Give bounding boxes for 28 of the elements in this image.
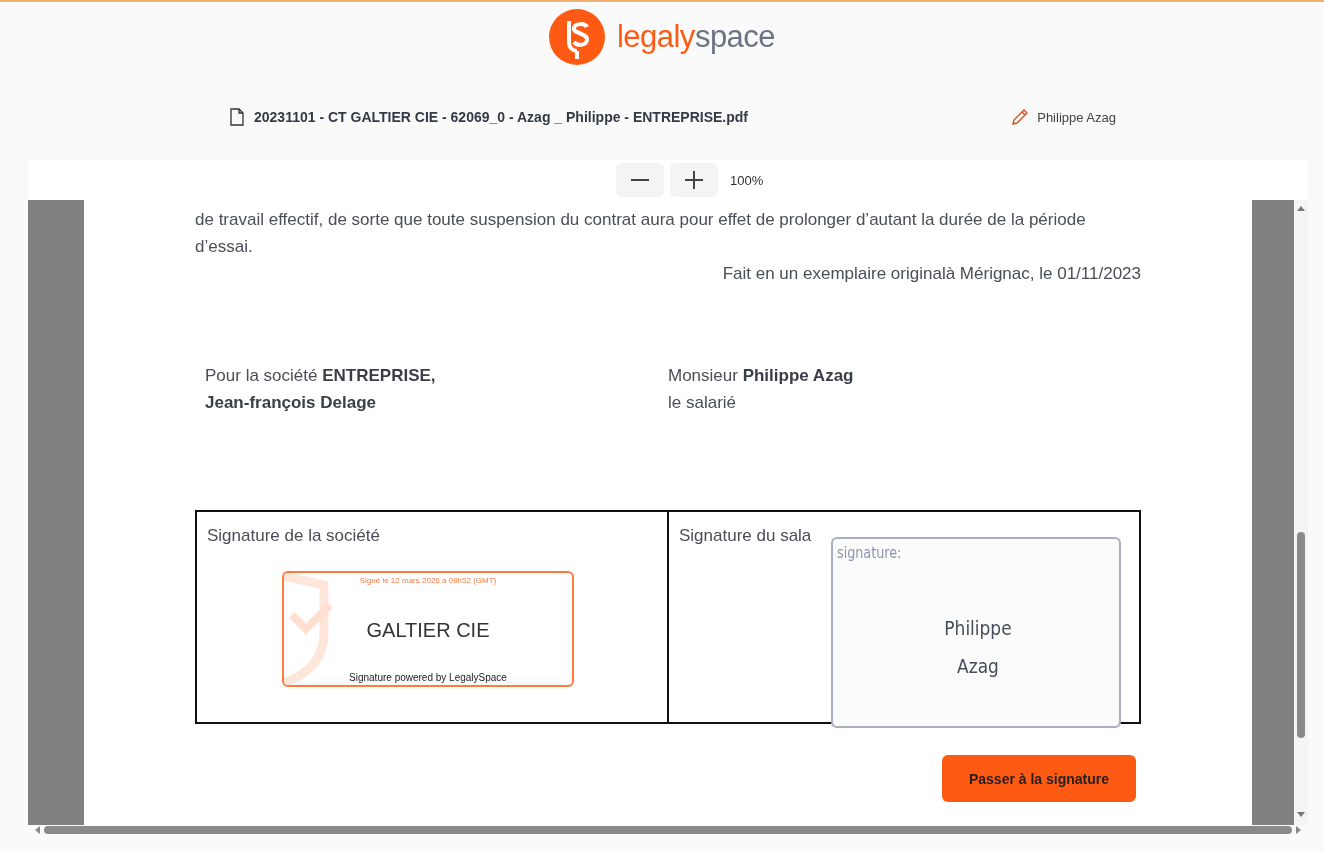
scroll-left-icon[interactable] bbox=[34, 825, 40, 835]
signature-field[interactable]: signature: Philippe Azag bbox=[831, 537, 1121, 728]
plus-icon bbox=[685, 171, 703, 189]
contract-paragraph: de travail effectif, de sorte que toute suspension du contrat aura pour effet de prolonger d’autant la durée de la période d’essai. bbox=[195, 209, 1087, 258]
vertical-scrollbar[interactable] bbox=[1294, 200, 1308, 825]
zoom-level: 100% bbox=[730, 172, 765, 188]
logo-icon bbox=[548, 9, 605, 65]
document-icon bbox=[230, 108, 244, 126]
scroll-right-icon[interactable] bbox=[1296, 825, 1302, 835]
signer-company: GALTIER CIE bbox=[365, 619, 491, 642]
cell-label: Signature de la société bbox=[207, 526, 381, 546]
file-name: 20231101 - CT GALTIER CIE - 62069_0 - Azag _ Philippe - ENTREPRISE.pdf bbox=[254, 109, 749, 125]
sign-button[interactable]: Passer à la signature bbox=[942, 755, 1136, 802]
company-party: Pour la société ENTREPRISE, Jean-françois Delage bbox=[205, 365, 437, 414]
zoom-in-button[interactable] bbox=[670, 163, 718, 197]
field-label: signature: bbox=[837, 544, 902, 562]
minus-icon bbox=[631, 179, 649, 181]
signed-date: Signé le 12 mars 2026 à 09h52 (GMT) bbox=[358, 576, 498, 585]
zoom-out-button[interactable] bbox=[616, 163, 664, 197]
signer-name: Philippe Azag bbox=[1037, 109, 1116, 125]
stamp-footer: Signature powered by LegalySpace bbox=[284, 672, 572, 683]
employee-party: Monsieur Philippe Azag le salarié bbox=[668, 365, 855, 414]
place-date: Fait en un exemplaire originalà Mérignac, le 01/11/2023 bbox=[721, 263, 1141, 285]
shield-check-icon bbox=[284, 573, 334, 685]
logo-wordmark: legalyspace bbox=[616, 19, 776, 55]
cell-label: Signature du sala bbox=[679, 526, 813, 546]
signature-value: Philippe Azag bbox=[943, 615, 1013, 680]
pencil-icon bbox=[1011, 108, 1030, 126]
